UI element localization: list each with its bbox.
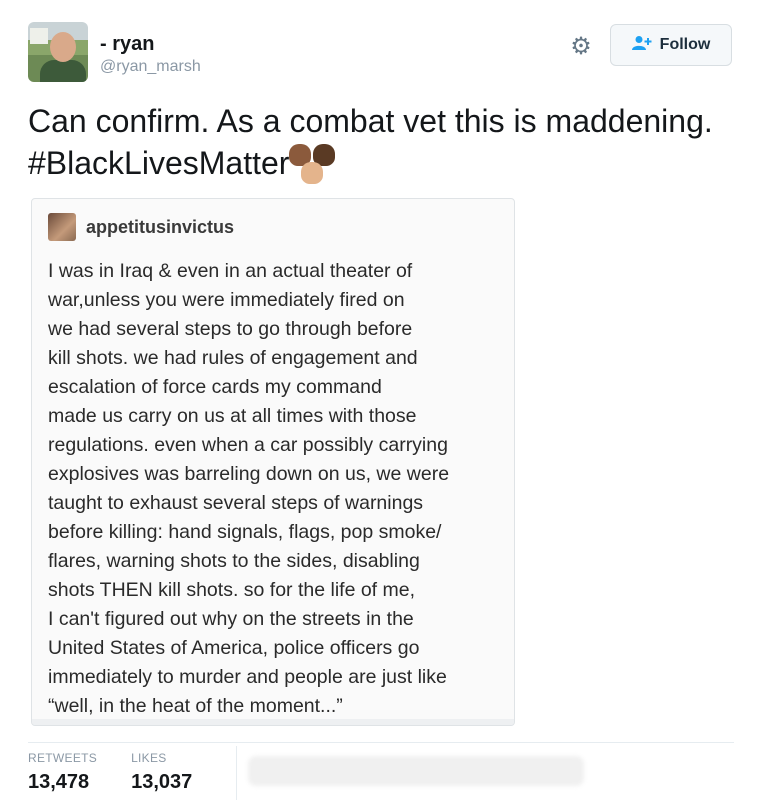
card-bottom-edge — [32, 719, 514, 725]
stats-divider — [28, 742, 734, 743]
stats-vertical-divider — [236, 746, 237, 800]
blurred-liker-avatars — [248, 756, 584, 786]
follow-label: Follow — [659, 36, 711, 53]
gear-icon[interactable]: ⚙ — [568, 34, 594, 60]
embedded-avatar — [48, 213, 76, 241]
embedded-post-body: I was in Iraq & even in an actual theate… — [48, 260, 450, 717]
likes-label: LIKES — [131, 751, 167, 765]
display-name[interactable]: - ryan — [100, 32, 201, 56]
likes-stat[interactable]: LIKES 13,037 — [131, 750, 192, 800]
avatar-shirt — [40, 60, 86, 82]
avatar-face — [50, 32, 76, 62]
raised-fists-emoji — [289, 144, 336, 184]
tweet-text-content: Can confirm. As a combat vet this is mad… — [28, 103, 713, 181]
retweets-count: 13,478 — [28, 771, 90, 793]
person-plus-icon — [631, 35, 652, 55]
embedded-username: appetitusinvictus — [86, 216, 235, 237]
follow-button[interactable]: Follow — [610, 24, 732, 66]
author-info: - ryan @ryan_marsh — [100, 32, 201, 77]
tweet-text: Can confirm. As a combat vet this is mad… — [28, 100, 748, 184]
tweet-header: - ryan @ryan_marsh ⚙ Follow — [28, 22, 735, 88]
tweet-stats: RETWEETS 13,478 LIKES 13,037 — [28, 750, 226, 800]
retweets-stat[interactable]: RETWEETS 13,478 — [28, 750, 97, 800]
retweets-label: RETWEETS — [28, 751, 98, 765]
avatar-background — [30, 28, 48, 44]
avatar[interactable] — [28, 22, 88, 82]
likes-count: 13,037 — [131, 771, 193, 793]
embedded-image-card[interactable]: appetitusinvictus I was in Iraq & even i… — [31, 198, 515, 726]
embedded-author: appetitusinvictus — [48, 213, 234, 241]
user-handle[interactable]: @ryan_marsh — [100, 57, 201, 77]
